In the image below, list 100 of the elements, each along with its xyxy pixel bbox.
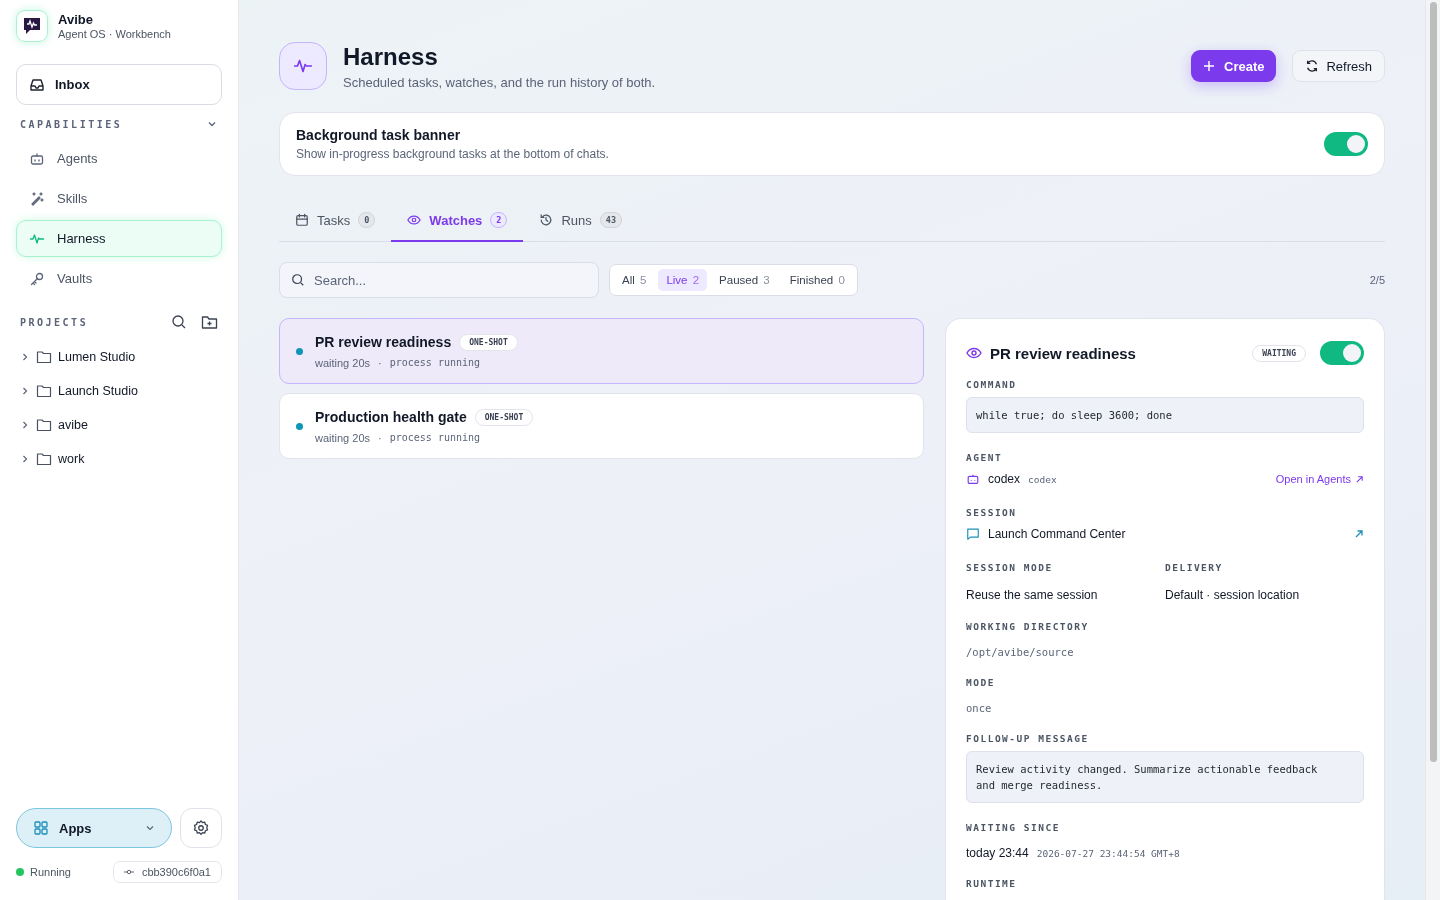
- folder-icon: [36, 350, 52, 364]
- banner-description: Show in-progress background tasks at the bottom of chats.: [296, 147, 610, 161]
- open-agents-link[interactable]: Open in Agents: [1275, 473, 1364, 485]
- folder-icon: [36, 418, 52, 432]
- nav-item[interactable]: Vaults: [16, 260, 222, 297]
- tab[interactable]: Tasks 0: [279, 200, 392, 242]
- status-badge: WAITING: [1252, 344, 1306, 362]
- watch-name: PR review readiness: [315, 334, 452, 350]
- filter-option[interactable]: Paused 3: [711, 269, 778, 291]
- search-field[interactable]: Search...: [279, 262, 599, 298]
- watch-detail: process running: [389, 431, 481, 444]
- commit-hash: cbb390c6f0a1: [141, 866, 211, 878]
- chevron-icon[interactable]: [20, 454, 30, 464]
- magic-wand-icon: [29, 190, 45, 207]
- watch-name: Production health gate: [315, 409, 467, 425]
- status-dot: [296, 422, 303, 430]
- nav-item[interactable]: Skills: [16, 180, 222, 217]
- field-label: SESSION MODE: [966, 562, 1054, 573]
- external-link-icon[interactable]: [1354, 529, 1364, 539]
- filter-option[interactable]: Finished 0: [781, 269, 853, 291]
- command-box: while true; do sleep 3600; done: [966, 397, 1364, 433]
- field-value: once: [966, 702, 993, 714]
- plus-icon: [1203, 60, 1215, 72]
- field-value: /opt/avibe/source: [966, 646, 1075, 658]
- field-label: RUNTIME: [966, 878, 1018, 889]
- apps-button[interactable]: Apps: [16, 808, 172, 848]
- field-value: Reuse the same session: [966, 588, 1099, 602]
- caret-icon: [145, 823, 155, 833]
- field-label: DELIVERY: [1165, 562, 1224, 573]
- section-label: CAPABILITIES: [20, 118, 123, 130]
- field-label: MODE: [966, 677, 996, 688]
- eye-icon: [407, 213, 422, 227]
- external-link-icon: [1355, 474, 1364, 484]
- watch-status: waiting 20s: [315, 431, 371, 444]
- gear-icon: [192, 819, 210, 837]
- nav-item[interactable]: Agents: [16, 140, 222, 177]
- app-subtitle: Agent OS · Workbench: [58, 28, 171, 40]
- toggle-switch[interactable]: [1320, 341, 1364, 365]
- create-button[interactable]: Create: [1191, 50, 1277, 82]
- calendar-icon: [295, 213, 309, 227]
- detail-title: PR review readiness: [990, 344, 1136, 362]
- search-icon: [291, 273, 305, 287]
- type-badge: ONE-SHOT: [474, 408, 534, 426]
- scrollbar[interactable]: [1425, 0, 1440, 900]
- chevron-icon[interactable]: [20, 352, 30, 362]
- inbox-button[interactable]: Inbox: [16, 64, 222, 105]
- nav-item[interactable]: Harness: [16, 220, 222, 257]
- banner-title: Background task banner: [296, 127, 462, 143]
- field-label: FOLLOW-UP MESSAGE: [966, 733, 1090, 744]
- status-label: Running: [30, 866, 72, 878]
- settings-button[interactable]: [180, 808, 222, 848]
- field-value: Default · session location: [1165, 588, 1301, 602]
- folder-icon: [36, 452, 52, 466]
- field-label: SESSION: [966, 507, 1018, 518]
- field-label: WAITING SINCE: [966, 822, 1061, 833]
- separator-dot: ·: [378, 431, 382, 444]
- agent-name: codex: [988, 472, 1021, 486]
- field-label: AGENT: [966, 452, 1004, 463]
- key-icon: [29, 270, 45, 287]
- page-counter: 2/5: [1369, 274, 1385, 286]
- pulse-icon: [279, 42, 327, 90]
- new-folder-icon[interactable]: [201, 314, 218, 330]
- type-badge: ONE-SHOT: [459, 333, 518, 351]
- watch-detail: process running: [389, 356, 481, 369]
- app-name: Avibe: [58, 12, 94, 27]
- project-item[interactable]: avibe: [58, 418, 88, 432]
- status-dot: [296, 347, 303, 355]
- tab[interactable]: Runs 43: [523, 200, 639, 242]
- chat-icon: [966, 527, 980, 541]
- separator-dot: ·: [378, 356, 382, 369]
- page-subtitle: Scheduled tasks, watches, and the run history of both.: [343, 74, 656, 90]
- inbox-icon: [29, 76, 45, 93]
- filter-option[interactable]: All 5: [614, 269, 655, 291]
- search-icon[interactable]: [171, 314, 187, 330]
- message-box: Review activity changed. Summarize actionable feedback and merge readiness.: [966, 751, 1364, 803]
- grid-icon: [33, 820, 49, 836]
- watch-card[interactable]: PR review readiness ONE-SHOT waiting 20s · process running: [279, 318, 924, 384]
- eye-icon: [966, 345, 982, 361]
- field-value: today 23:44: [966, 846, 1029, 860]
- watch-card[interactable]: Production health gate ONE-SHOT waiting 20s · process running: [279, 393, 924, 459]
- timestamp: 2026-07-27 23:44:54 GMT+8: [1036, 847, 1180, 859]
- project-item[interactable]: Lumen Studio: [58, 350, 136, 364]
- refresh-button[interactable]: Refresh: [1292, 50, 1385, 82]
- app-logo-icon: [16, 10, 48, 42]
- section-label: PROJECTS: [20, 316, 89, 328]
- robot-icon: [966, 472, 980, 486]
- field-label: COMMAND: [966, 379, 1018, 390]
- watch-status: waiting 20s: [315, 356, 371, 369]
- field-label: WORKING DIRECTORY: [966, 621, 1090, 632]
- project-item[interactable]: Launch Studio: [58, 384, 138, 398]
- chevron-icon[interactable]: [20, 420, 30, 430]
- page-title: Harness: [343, 42, 439, 71]
- session-name: Launch Command Center: [988, 527, 1126, 541]
- folder-icon: [36, 384, 52, 398]
- agent-id: codex: [1028, 473, 1057, 485]
- chevron-icon[interactable]: [20, 386, 30, 396]
- project-item[interactable]: work: [58, 452, 85, 466]
- tab[interactable]: Watches 2: [391, 200, 524, 242]
- toggle-switch[interactable]: [1324, 132, 1368, 156]
- filter-option[interactable]: Live 2: [658, 269, 708, 291]
